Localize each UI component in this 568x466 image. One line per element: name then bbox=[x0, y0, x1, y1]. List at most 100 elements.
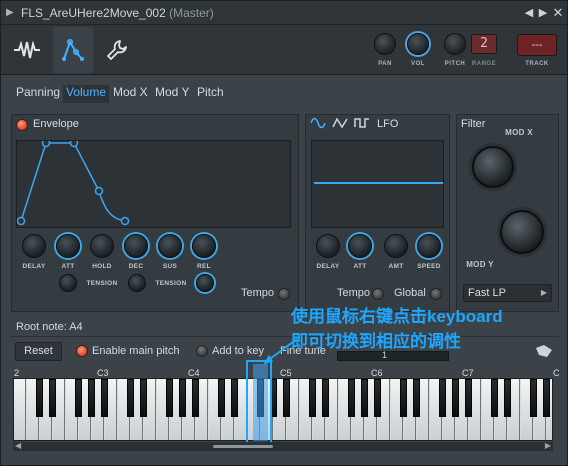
pan-knob[interactable] bbox=[374, 33, 396, 55]
scroll-left-icon[interactable]: ◀ bbox=[15, 441, 21, 450]
plugin-mode-button[interactable] bbox=[7, 27, 47, 73]
root-note-label: Root note: A4 bbox=[16, 321, 83, 333]
black-key[interactable] bbox=[374, 379, 381, 417]
black-key[interactable] bbox=[88, 379, 95, 417]
envelope-title: Envelope bbox=[33, 118, 79, 130]
attack-tension-knob[interactable] bbox=[59, 274, 77, 292]
tab-mod-y[interactable]: Mod Y bbox=[155, 85, 189, 103]
octave-label: 2 bbox=[14, 368, 20, 378]
black-key[interactable] bbox=[75, 379, 82, 417]
misc-mode-button[interactable] bbox=[97, 27, 137, 73]
lfo-title: LFO bbox=[377, 118, 399, 130]
lfo-delay-knob[interactable] bbox=[316, 234, 340, 258]
black-key[interactable] bbox=[322, 379, 329, 417]
envelope-tempo-toggle[interactable] bbox=[278, 288, 290, 300]
black-key[interactable] bbox=[283, 379, 290, 417]
tab-panning[interactable]: Panning bbox=[16, 85, 60, 103]
white-key[interactable] bbox=[14, 379, 26, 440]
close-icon[interactable]: ✕ bbox=[550, 5, 566, 21]
black-key[interactable] bbox=[140, 379, 147, 417]
pitch-label: PITCH bbox=[444, 61, 466, 67]
black-key[interactable] bbox=[192, 379, 199, 417]
window-title-sub: (Master) bbox=[169, 6, 214, 20]
envelope-display[interactable] bbox=[16, 138, 291, 228]
black-key[interactable] bbox=[439, 379, 446, 417]
mixer-track-field[interactable]: --- bbox=[517, 34, 557, 56]
black-key[interactable] bbox=[530, 379, 537, 417]
black-key[interactable] bbox=[179, 379, 186, 417]
scrollbar-thumb[interactable] bbox=[213, 445, 273, 448]
title-bar[interactable]: ▶ FLS_AreUHere2Move_002 (Master) ◀ ▶ ✕ bbox=[1, 1, 567, 25]
lfo-display bbox=[311, 140, 444, 228]
lfo-sine-button[interactable] bbox=[309, 117, 327, 133]
filter-type-value: Fast LP bbox=[468, 287, 506, 299]
black-key[interactable] bbox=[413, 379, 420, 417]
channel-settings-window: ▶ FLS_AreUHere2Move_002 (Master) ◀ ▶ ✕ P… bbox=[0, 0, 568, 466]
lfo-attack-label: ATT bbox=[353, 263, 367, 270]
window-menu-icon[interactable]: ▶ bbox=[6, 7, 14, 18]
black-key[interactable] bbox=[452, 379, 459, 417]
black-key[interactable] bbox=[491, 379, 498, 417]
envelope-tempo-label: Tempo bbox=[241, 287, 275, 299]
black-key[interactable] bbox=[543, 379, 550, 417]
keyboard-scrollbar[interactable]: ◀ ▶ bbox=[13, 441, 553, 451]
black-key[interactable] bbox=[231, 379, 238, 417]
decay-tension-knob[interactable] bbox=[128, 274, 146, 292]
envelope-mode-button[interactable] bbox=[53, 27, 93, 73]
env-sustain-knob[interactable] bbox=[158, 234, 182, 258]
piano-roll-icon[interactable] bbox=[535, 344, 553, 358]
black-key[interactable] bbox=[309, 379, 316, 417]
env-hold-knob[interactable] bbox=[90, 234, 114, 258]
enable-main-pitch-toggle[interactable] bbox=[76, 345, 88, 357]
tab-mod-x[interactable]: Mod X bbox=[113, 85, 148, 103]
black-key[interactable] bbox=[49, 379, 56, 417]
black-key[interactable] bbox=[166, 379, 173, 417]
pitch-range-field[interactable]: 2 bbox=[471, 34, 497, 54]
filter-type-select[interactable]: Fast LP ▶ bbox=[463, 284, 552, 302]
env-attack-knob[interactable] bbox=[56, 234, 80, 258]
filter-title: Filter bbox=[461, 118, 486, 130]
black-key[interactable] bbox=[127, 379, 134, 417]
arrow-right-icon[interactable]: ▶ bbox=[535, 5, 551, 21]
black-key[interactable] bbox=[348, 379, 355, 417]
env-delay-label: DELAY bbox=[22, 263, 46, 270]
sine-wave-icon bbox=[310, 117, 326, 129]
lfo-tempo-toggle[interactable] bbox=[372, 288, 384, 300]
tab-pitch[interactable]: Pitch bbox=[197, 85, 224, 103]
scroll-right-icon[interactable]: ▶ bbox=[545, 441, 551, 450]
black-key[interactable] bbox=[218, 379, 225, 417]
black-key[interactable] bbox=[101, 379, 108, 417]
envelope-enable-led[interactable] bbox=[16, 119, 28, 131]
lfo-square-button[interactable] bbox=[353, 117, 371, 133]
env-delay-knob[interactable] bbox=[22, 234, 46, 258]
highlight-box bbox=[246, 360, 272, 451]
annotation-arrow bbox=[263, 338, 298, 365]
piano-keyboard[interactable] bbox=[13, 378, 553, 441]
attack-tension-label: TENSION bbox=[86, 280, 118, 287]
lfo-amount-knob[interactable] bbox=[384, 234, 408, 258]
black-key[interactable] bbox=[400, 379, 407, 417]
lfo-attack-knob[interactable] bbox=[348, 234, 372, 258]
mod-x-knob[interactable] bbox=[472, 146, 514, 188]
black-key[interactable] bbox=[465, 379, 472, 417]
env-release-label: REL bbox=[197, 263, 211, 270]
lfo-speed-knob[interactable] bbox=[417, 234, 441, 258]
env-hold-label: HOLD bbox=[92, 263, 112, 270]
black-key[interactable] bbox=[36, 379, 43, 417]
pitch-knob[interactable] bbox=[444, 33, 466, 55]
env-decay-knob[interactable] bbox=[124, 234, 148, 258]
mod-y-knob[interactable] bbox=[500, 210, 544, 254]
tab-volume[interactable]: Volume bbox=[63, 85, 110, 103]
env-decay-label: DEC bbox=[128, 263, 144, 270]
release-tension-knob[interactable] bbox=[196, 274, 214, 292]
add-to-key-toggle[interactable] bbox=[196, 345, 208, 357]
lfo-triangle-button[interactable] bbox=[331, 117, 349, 133]
lfo-global-toggle[interactable] bbox=[430, 288, 442, 300]
volume-knob[interactable] bbox=[407, 33, 429, 55]
octave-label: C5 bbox=[280, 368, 292, 378]
env-release-knob[interactable] bbox=[192, 234, 216, 258]
reset-button[interactable]: Reset bbox=[15, 342, 62, 361]
black-key[interactable] bbox=[361, 379, 368, 417]
black-key[interactable] bbox=[504, 379, 511, 417]
octave-label: C4 bbox=[188, 368, 200, 378]
